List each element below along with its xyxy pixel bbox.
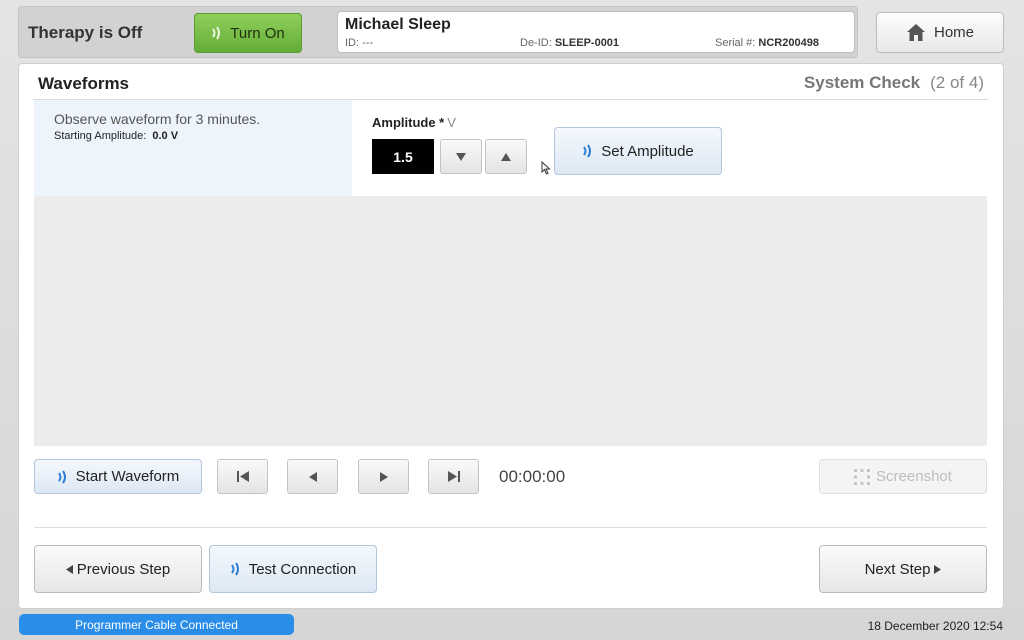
instruction-box: Observe waveform for 3 minutes. Starting… [34, 100, 352, 196]
patient-serial: Serial #: NCR200498 [715, 37, 819, 49]
wireless-icon [230, 562, 239, 576]
instruction-text: Observe waveform for 3 minutes. [54, 111, 261, 127]
set-amplitude-button[interactable]: Set Amplitude [554, 127, 722, 175]
wireless-icon [583, 144, 592, 158]
page-title: Waveforms [38, 74, 130, 93]
patient-id-label: ID: [345, 37, 360, 49]
amplitude-label-text: Amplitude * [372, 115, 445, 130]
skip-forward-icon [447, 471, 460, 482]
amplitude-increase-button[interactable] [485, 139, 527, 174]
patient-deid-label: De-ID: [520, 37, 552, 49]
turn-on-button[interactable]: Turn On [194, 13, 302, 53]
turn-on-label: Turn On [230, 24, 285, 42]
amplitude-unit: V [447, 115, 456, 130]
amplitude-value-field[interactable]: 1.5 [372, 139, 434, 174]
patient-id-value: --- [362, 37, 374, 49]
starting-amplitude-label: Starting Amplitude: [54, 130, 147, 142]
screenshot-icon [854, 468, 871, 485]
step-back-button[interactable] [287, 459, 338, 494]
patient-deid-value: SLEEP-0001 [554, 37, 620, 49]
patient-deid: De-ID: SLEEP-0001 [520, 37, 619, 49]
triangle-right-icon [934, 564, 942, 574]
test-connection-label: Test Connection [248, 560, 357, 578]
wireless-icon [212, 26, 221, 40]
screenshot-label: Screenshot [876, 468, 952, 485]
test-connection-button[interactable]: Test Connection [209, 545, 377, 593]
triangle-up-icon [501, 152, 511, 161]
starting-amplitude-value: 0.0 V [152, 130, 179, 142]
next-step-label: Next Step [864, 560, 931, 578]
triangle-left-icon [65, 564, 73, 574]
cable-status-badge: Programmer Cable Connected [19, 614, 294, 635]
previous-step-label: Previous Step [76, 560, 171, 578]
start-waveform-label: Start Waveform [75, 468, 180, 485]
triangle-left-icon [308, 471, 317, 482]
amplitude-decrease-button[interactable] [440, 139, 482, 174]
patient-name: Michael Sleep [345, 16, 451, 33]
mouse-pointer-icon [541, 161, 551, 175]
start-waveform-button[interactable]: Start Waveform [34, 459, 202, 494]
play-icon [379, 471, 388, 482]
set-amplitude-label: Set Amplitude [601, 142, 694, 160]
screenshot-button[interactable]: Screenshot [819, 459, 987, 494]
amplitude-label: Amplitude * V [372, 115, 456, 130]
system-check-progress: System Check (2 of 4) [804, 73, 984, 93]
home-label: Home [933, 24, 974, 41]
play-button[interactable] [358, 459, 409, 494]
previous-step-button[interactable]: Previous Step [34, 545, 202, 593]
serial-value: NCR200498 [758, 37, 819, 49]
serial-label: Serial #: [715, 37, 756, 49]
wireless-icon [57, 469, 66, 484]
home-icon [906, 24, 925, 41]
divider [34, 527, 987, 528]
patient-info: Michael Sleep ID: --- De-ID: SLEEP-0001 … [337, 11, 855, 53]
home-button[interactable]: Home [876, 12, 1004, 53]
waveform-timer: 00:00:00 [499, 467, 566, 486]
skip-to-end-button[interactable] [428, 459, 479, 494]
triangle-down-icon [456, 152, 466, 161]
skip-back-icon [236, 471, 249, 482]
patient-id: ID: --- [345, 37, 373, 49]
starting-amplitude: Starting Amplitude: 0.0 V [54, 130, 178, 142]
therapy-status: Therapy is Off [28, 23, 143, 42]
system-check-step: (2 of 4) [930, 73, 984, 92]
waveforms-panel: Waveforms System Check (2 of 4) Observe w… [18, 63, 1004, 609]
system-check-label: System Check [803, 73, 921, 92]
waveform-display [34, 196, 987, 446]
next-step-button[interactable]: Next Step [819, 545, 987, 593]
top-bar: Therapy is Off Turn On Michael Sleep ID:… [18, 6, 858, 58]
skip-to-start-button[interactable] [217, 459, 268, 494]
date-time: 18 December 2020 12:54 [867, 619, 1003, 633]
